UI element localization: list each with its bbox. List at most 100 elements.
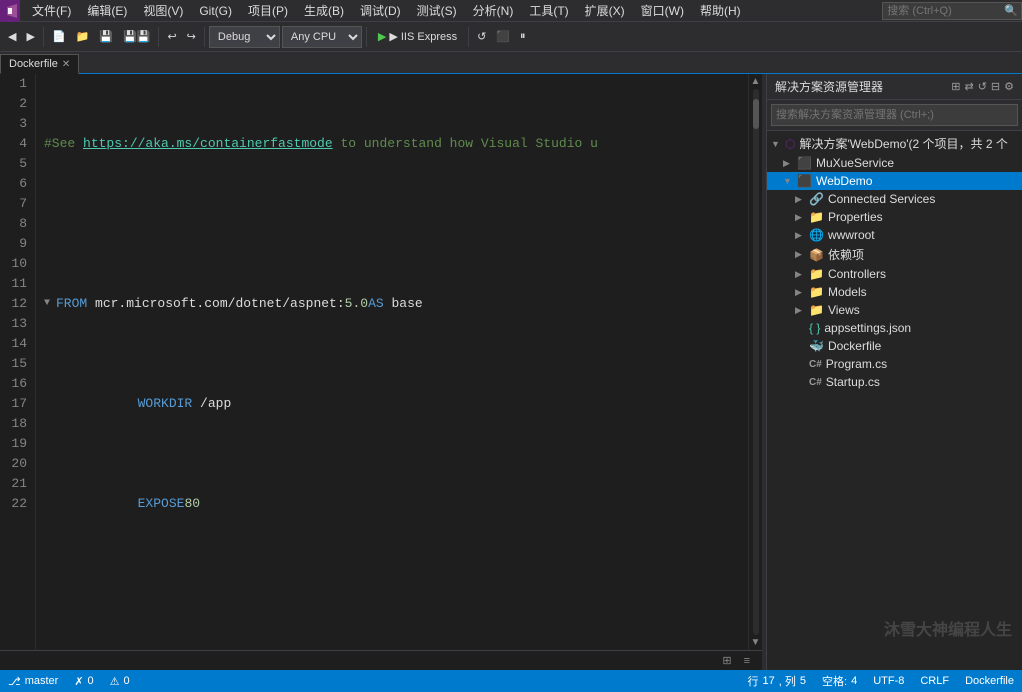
tree-item-webdemo[interactable]: ▼ ⬛ WebDemo — [767, 172, 1022, 190]
editor-panel: 1 2 3 4 5 6 7 8 9 10 11 12 13 14 15 16 1… — [0, 74, 762, 670]
expand-icon-appsettings — [795, 323, 807, 333]
tree-item-muxue[interactable]: ▶ ⬛ MuXueService — [767, 154, 1022, 172]
toolbar-save-all-btn[interactable]: 💾💾 — [119, 28, 154, 45]
tree-item-views[interactable]: ▶ 📁 Views — [767, 301, 1022, 319]
solution-explorer-tree: ▼ ⬡ 解决方案'WebDemo'(2 个项目，共 2 个 ▶ ⬛ MuXueS… — [767, 131, 1022, 670]
muxue-label: MuXueService — [816, 156, 894, 170]
toolbar-stop-btn[interactable]: ⬛ — [492, 28, 514, 45]
toolbar-undo-btn[interactable]: ↩ — [163, 28, 180, 45]
menu-analyze[interactable]: 分析(N) — [465, 0, 522, 21]
deps-icon: 📦 — [809, 248, 824, 262]
tree-item-connected[interactable]: ▶ 🔗 Connected Services — [767, 190, 1022, 208]
solution-explorer-panel: 解决方案资源管理器 ⊞ ⇄ ↺ ⊟ ⚙ ▼ ⬡ 解决方案'WebDemo'(2 … — [766, 74, 1022, 670]
scrollbar-thumb[interactable] — [753, 99, 759, 129]
warning-count: 0 — [124, 675, 130, 687]
se-toggle-details-btn[interactable]: ⊞ — [951, 80, 960, 93]
code-line-5: EXPOSE 80 — [44, 494, 740, 534]
expand-icon-wwwroot: ▶ — [795, 230, 807, 241]
statusbar-position: 行 17 , 列 5 — [748, 673, 807, 689]
menu-file[interactable]: 文件(F) — [24, 0, 79, 21]
scroll-down-btn[interactable]: ▼ — [751, 637, 761, 648]
menu-test[interactable]: 测试(S) — [409, 0, 465, 21]
se-sync-btn[interactable]: ⇄ — [964, 80, 973, 93]
se-settings-btn[interactable]: ⚙ — [1004, 80, 1014, 93]
statusbar-crlf[interactable]: CRLF — [920, 675, 949, 687]
wwwroot-label: wwwroot — [828, 228, 875, 242]
crlf-label: CRLF — [920, 675, 949, 687]
tree-item-dockerfile[interactable]: 🐳 Dockerfile — [767, 337, 1022, 355]
toolbar-new-btn[interactable]: 📄 — [48, 28, 70, 45]
code-line-4: WORKDIR /app — [44, 394, 740, 434]
appsettings-icon: { } — [809, 321, 820, 335]
spaces-count: 4 — [851, 675, 857, 687]
scroll-up-btn[interactable]: ▲ — [751, 76, 761, 87]
tree-item-models[interactable]: ▶ 📁 Models — [767, 283, 1022, 301]
run-label: ▶ IIS Express — [389, 30, 457, 43]
menu-view[interactable]: 视图(V) — [135, 0, 191, 21]
statusbar-warnings[interactable]: ⚠ 0 — [110, 675, 130, 688]
controllers-folder-icon: 📁 — [809, 267, 824, 281]
expand-all-btn[interactable]: ⊞ — [718, 653, 735, 668]
git-icon: ⎇ — [8, 675, 21, 688]
expand-icon-dockerfile — [795, 341, 807, 351]
menu-edit[interactable]: 编辑(E) — [79, 0, 135, 21]
se-collapse-all-btn[interactable]: ⊟ — [991, 80, 1000, 93]
tab-dockerfile-close[interactable]: ✕ — [62, 59, 70, 70]
toolbar-open-btn[interactable]: 📁 — [72, 28, 94, 45]
solution-label: 解决方案'WebDemo'(2 个项目，共 2 个 — [799, 135, 1007, 152]
tab-dockerfile[interactable]: Dockerfile ✕ — [0, 54, 79, 74]
tree-item-appsettings[interactable]: { } appsettings.json — [767, 319, 1022, 337]
toolbar-pause-btn[interactable]: ⏸ — [516, 28, 530, 45]
toolbar-save-btn[interactable]: 💾 — [95, 28, 117, 45]
connected-icon: 🔗 — [809, 192, 824, 206]
statusbar-git[interactable]: ⎇ master — [8, 675, 58, 688]
status-bar: ⎇ master ✗ 0 ⚠ 0 行 17 , 列 5 空格: 4 UTF-8 … — [0, 670, 1022, 692]
tree-item-properties[interactable]: ▶ 📁 Properties — [767, 208, 1022, 226]
menu-debug[interactable]: 调试(D) — [352, 0, 409, 21]
solution-explorer-search[interactable] — [771, 104, 1018, 126]
tree-item-wwwroot[interactable]: ▶ 🌐 wwwroot — [767, 226, 1022, 244]
expand-icon-webdemo: ▼ — [783, 176, 795, 186]
properties-label: Properties — [828, 210, 883, 224]
code-line-2 — [44, 214, 740, 234]
webdemo-label: WebDemo — [816, 174, 872, 188]
statusbar-spaces[interactable]: 空格: 4 — [822, 673, 857, 689]
tree-item-controllers[interactable]: ▶ 📁 Controllers — [767, 265, 1022, 283]
tree-item-program[interactable]: C# Program.cs — [767, 355, 1022, 373]
code-line-3: ▼FROM mcr.microsoft.com/dotnet/aspnet:5.… — [44, 294, 740, 334]
statusbar-errors[interactable]: ✗ 0 — [74, 675, 93, 688]
menu-tools[interactable]: 工具(T) — [521, 0, 576, 21]
debug-config-select[interactable]: Debug Release — [209, 26, 280, 48]
global-search-input[interactable] — [882, 2, 1022, 20]
tree-item-solution[interactable]: ▼ ⬡ 解决方案'WebDemo'(2 个项目，共 2 个 — [767, 133, 1022, 154]
toolbar-forward-btn[interactable]: ▶ — [22, 28, 38, 45]
format-doc-btn[interactable]: ≡ — [740, 654, 754, 668]
statusbar-lang[interactable]: Dockerfile — [965, 675, 1014, 687]
expand-icon-startup — [795, 377, 807, 387]
menu-bar: 文件(F) 编辑(E) 视图(V) Git(G) 项目(P) 生成(B) 调试(… — [0, 0, 1022, 22]
menu-build[interactable]: 生成(B) — [296, 0, 352, 21]
run-iisexpress-btn[interactable]: ▶ ▶ IIS Express — [371, 27, 464, 46]
statusbar-encoding[interactable]: UTF-8 — [873, 675, 904, 687]
platform-select[interactable]: Any CPU x64 x86 — [282, 26, 362, 48]
menu-extensions[interactable]: 扩展(X) — [577, 0, 633, 21]
line-numbers: 1 2 3 4 5 6 7 8 9 10 11 12 13 14 15 16 1… — [0, 74, 36, 650]
toolbar-redo-btn[interactable]: ↪ — [183, 28, 200, 45]
code-line-6 — [44, 594, 740, 614]
menu-window[interactable]: 窗口(W) — [633, 0, 692, 21]
collapse-icon-3[interactable]: ▼ — [44, 294, 56, 314]
link-containerfastmode[interactable]: https://aka.ms/containerfastmode — [83, 134, 333, 154]
deps-label: 依赖项 — [828, 246, 864, 263]
menu-git[interactable]: Git(G) — [191, 2, 240, 20]
appsettings-label: appsettings.json — [824, 321, 911, 335]
tree-item-startup[interactable]: C# Startup.cs — [767, 373, 1022, 391]
se-refresh-btn[interactable]: ↺ — [978, 80, 987, 93]
wwwroot-icon: 🌐 — [809, 228, 824, 242]
menu-help[interactable]: 帮助(H) — [692, 0, 749, 21]
toolbar-back-btn[interactable]: ◀ — [4, 28, 20, 45]
menu-project[interactable]: 项目(P) — [240, 0, 296, 21]
toolbar-refresh-btn[interactable]: ↺ — [473, 28, 490, 45]
editor-content[interactable]: 1 2 3 4 5 6 7 8 9 10 11 12 13 14 15 16 1… — [0, 74, 762, 650]
program-label: Program.cs — [826, 357, 887, 371]
tree-item-deps[interactable]: ▶ 📦 依赖项 — [767, 244, 1022, 265]
